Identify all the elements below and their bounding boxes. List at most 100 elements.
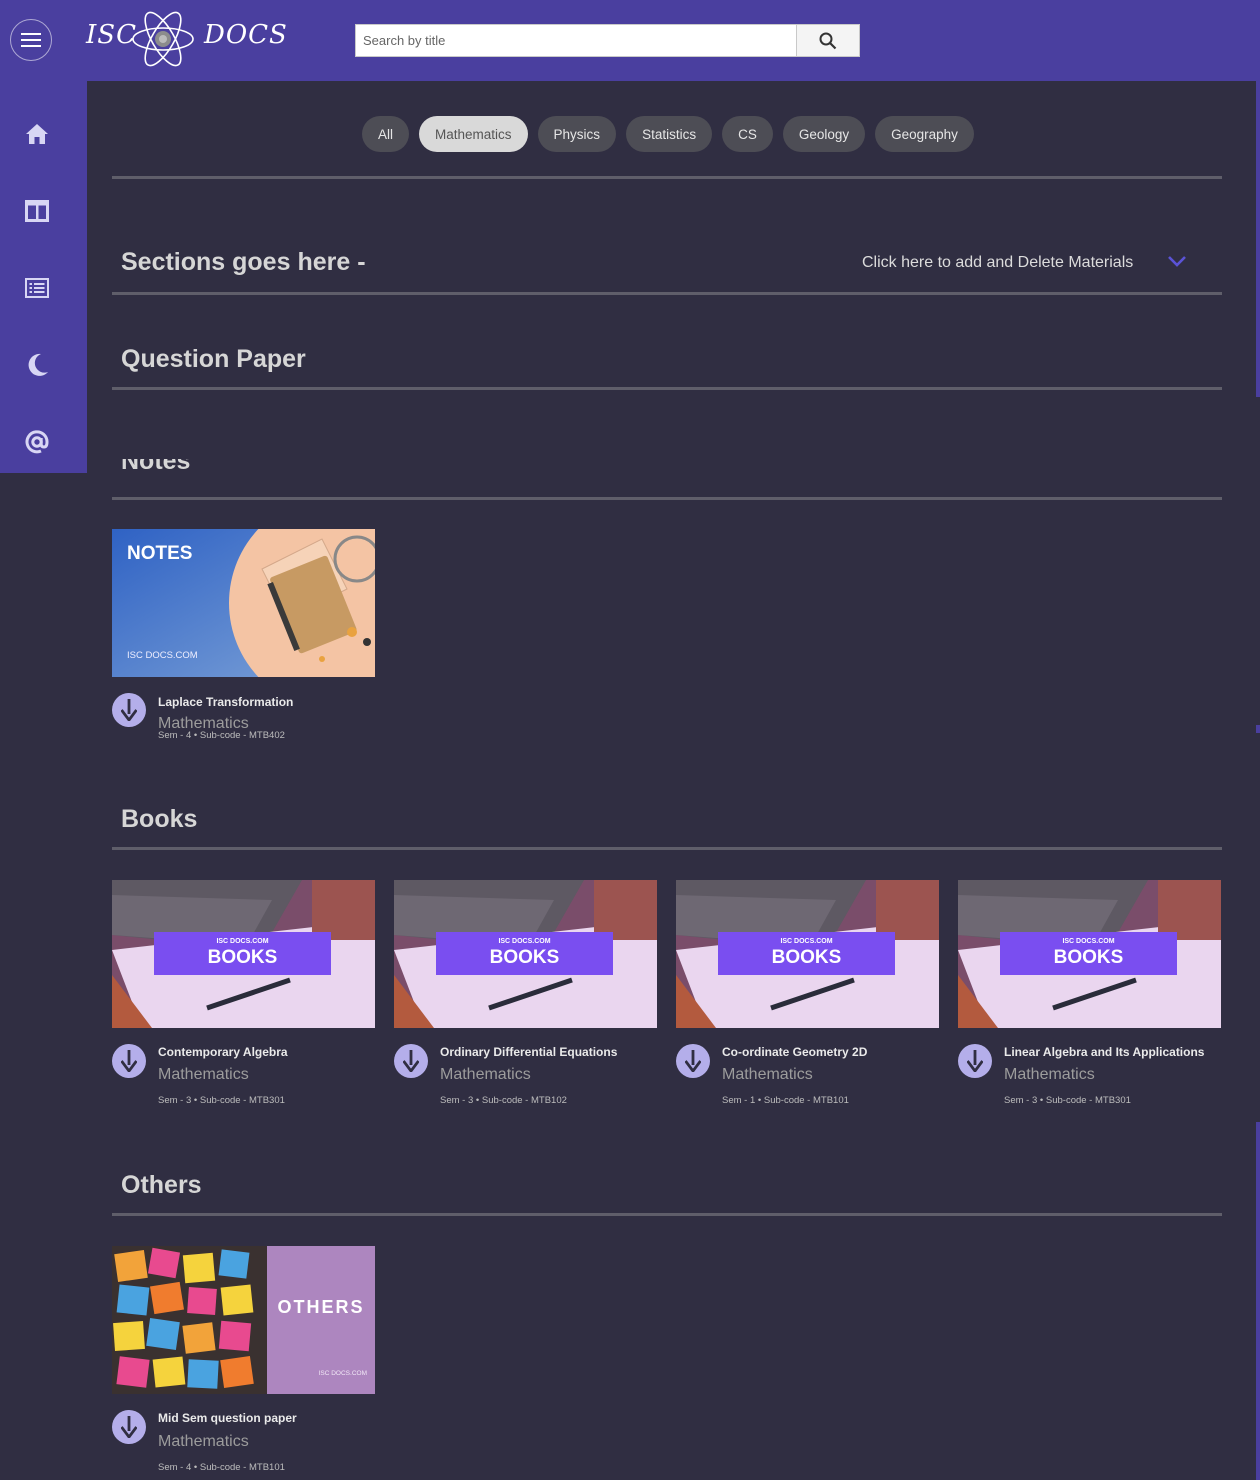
chevron-down-icon[interactable] [1167,254,1187,268]
material-card[interactable]: ISC DOCS.COM BOOKS Contemporary Algebra … [112,880,375,1115]
download-button[interactable] [958,1044,992,1078]
sidebar-item-contact[interactable] [0,422,74,462]
material-meta: Sem - 1 • Sub-code - MTB101 [722,1095,849,1106]
books-thumb-brand: ISC DOCS.COM [498,938,551,945]
filter-pill-geography[interactable]: Geography [875,116,974,152]
notes-thumbnail: NOTES ISC DOCS.COM [112,529,375,677]
list-icon [25,278,49,298]
question-paper-title: Question Paper [121,345,306,373]
material-subcode: Sub-code - MTB101 [763,1095,849,1106]
material-sem: Sem - 3 [440,1095,474,1106]
material-title: Contemporary Algebra [158,1045,288,1059]
material-sem: Sem - 3 [158,1095,192,1106]
divider [112,176,1222,179]
atom-logo-icon [132,11,194,67]
download-button[interactable] [112,693,146,727]
material-subject: Mathematics [158,1433,249,1450]
top-bar: ISC DOCS [0,0,1260,81]
material-meta: Sem - 4 • Sub-code - MTB402 [158,730,285,738]
notes-thumb-label: NOTES [127,543,193,564]
material-subcode: Sub-code - MTB301 [199,1095,285,1106]
site-logo[interactable]: ISC DOCS [86,6,287,72]
material-subcode: Sub-code - MTB301 [1045,1095,1131,1106]
books-thumb-label: BOOKS [207,947,278,968]
material-title: Mid Sem question paper [158,1411,297,1425]
scrollbar-marker [1256,1122,1260,1480]
material-meta: Sem - 4 • Sub-code - MTB101 [158,1462,285,1473]
others-thumb-label: OTHERS [277,1297,365,1317]
download-arrow-icon [967,1050,983,1072]
material-subcode: Sub-code - MTB402 [199,730,285,738]
notes-title-clipped: Notes [121,459,321,477]
books-thumb-brand: ISC DOCS.COM [216,938,269,945]
material-subject: Mathematics [722,1066,813,1083]
download-button[interactable] [394,1044,428,1078]
add-delete-materials-link[interactable]: Click here to add and Delete Materials [862,254,1133,272]
books-thumb-brand: ISC DOCS.COM [780,938,833,945]
filter-pill-all[interactable]: All [362,116,410,152]
filter-pill-mathematics[interactable]: Mathematics [419,116,528,152]
material-card[interactable]: OTHERS ISC DOCS.COM Mid Sem question pap… [112,1246,375,1480]
books-thumb-label: BOOKS [771,947,842,968]
divider [112,387,1222,390]
sidebar-item-grid[interactable] [0,191,74,231]
download-button[interactable] [112,1044,146,1078]
filter-pill-cs[interactable]: CS [722,116,773,152]
books-thumbnail: ISC DOCS.COM BOOKS [676,880,939,1028]
material-title: Ordinary Differential Equations [440,1045,618,1059]
material-card[interactable]: ISC DOCS.COM BOOKS Linear Algebra and It… [958,880,1221,1115]
material-title: Co-ordinate Geometry 2D [722,1045,868,1059]
search-input[interactable] [356,25,797,56]
others-thumbnail: OTHERS ISC DOCS.COM [112,1246,375,1394]
search-button[interactable] [796,25,859,56]
sidebar-item-list[interactable] [0,268,74,308]
sidebar-item-theme[interactable] [0,345,74,385]
download-arrow-icon [121,1050,137,1072]
notes-title: Notes [121,459,191,475]
filter-pill-geology[interactable]: Geology [782,116,866,152]
download-button[interactable] [112,1410,146,1444]
material-subcode: Sub-code - MTB102 [481,1095,567,1106]
download-button[interactable] [676,1044,710,1078]
books-thumb-label: BOOKS [1053,947,1124,968]
divider [112,292,1222,295]
divider [112,1213,1222,1216]
material-sem: Sem - 4 [158,730,192,738]
material-card[interactable]: NOTES ISC DOCS.COM Laplace Transformatio… [112,529,375,744]
books-thumbnail: ISC DOCS.COM BOOKS [394,880,657,1028]
material-subject: Mathematics [158,1066,249,1083]
books-thumbnail: ISC DOCS.COM BOOKS [112,880,375,1028]
books-title: Books [121,805,198,833]
scrollbar-marker [1256,725,1260,733]
menu-button[interactable] [10,19,52,61]
notes-thumb-brand: ISC DOCS.COM [127,650,198,661]
filter-pill-statistics[interactable]: Statistics [626,116,713,152]
books-thumbnail: ISC DOCS.COM BOOKS [958,880,1221,1028]
download-arrow-icon [685,1050,701,1072]
search-bar [355,24,860,57]
books-thumb-label: BOOKS [489,947,560,968]
download-arrow-icon [403,1050,419,1072]
material-meta: Sem - 3 • Sub-code - MTB301 [158,1095,285,1106]
logo-text-right: DOCS [204,20,288,50]
sections-heading: Sections goes here - [121,248,366,276]
material-card[interactable]: ISC DOCS.COM BOOKS Ordinary Differential… [394,880,657,1115]
others-title: Others [121,1171,202,1199]
download-arrow-icon [121,699,137,721]
main-content: All Mathematics Physics Statistics CS Ge… [87,81,1255,1480]
divider [112,497,1222,500]
filter-pill-physics[interactable]: Physics [537,116,617,152]
moon-icon [28,353,48,376]
others-thumb-brand: ISC DOCS.COM [318,1370,367,1377]
material-title: Laplace Transformation [158,695,294,709]
material-subject: Mathematics [1004,1066,1095,1083]
divider [112,847,1222,850]
books-thumb-brand: ISC DOCS.COM [1062,938,1115,945]
material-sem: Sem - 4 [158,1462,192,1473]
sidebar-item-home[interactable] [0,114,74,154]
material-subject: Mathematics [440,1066,531,1083]
material-title: Linear Algebra and Its Applications [1004,1045,1205,1059]
scrollbar-thumb[interactable] [1256,81,1260,397]
material-card[interactable]: ISC DOCS.COM BOOKS Co-ordinate Geometry … [676,880,939,1115]
material-sem: Sem - 1 [722,1095,756,1106]
